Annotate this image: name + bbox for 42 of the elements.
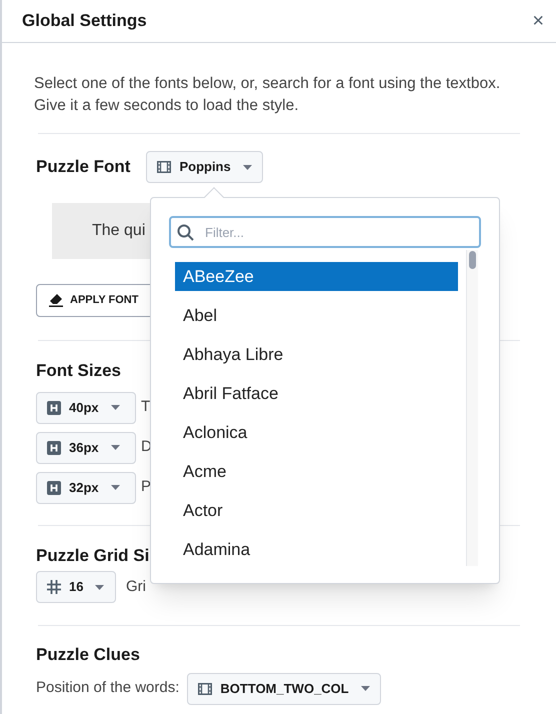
grid-icon <box>47 580 61 594</box>
dropdown-button[interactable]: BOTTOM_TWO_COL <box>187 672 381 704</box>
size-description: P <box>141 477 152 498</box>
section-heading: Font Sizes <box>36 360 122 382</box>
font-option[interactable]: Abril Fatface <box>175 379 458 408</box>
instructions-text: Select one of the fonts below, or, search for a font using the textbox. Give it a few seconds to load the style. <box>34 74 502 116</box>
filter-field[interactable]: Filter... <box>169 216 481 248</box>
font-option[interactable]: Abhaya Libre <box>175 340 458 369</box>
section-heading: Puzzle Font <box>36 156 130 178</box>
caret-icon <box>110 485 120 490</box>
grid-description: Gri <box>126 576 146 597</box>
dropdown-button[interactable]: 36px <box>36 432 136 464</box>
film-icon <box>198 682 212 694</box>
caret-icon <box>110 445 120 450</box>
preview-text: The qui <box>92 221 146 241</box>
heading-icon <box>47 480 61 494</box>
heading-icon <box>47 440 61 454</box>
scrollbar-track[interactable] <box>466 250 478 566</box>
section-heading: Puzzle Grid Si <box>36 544 150 566</box>
heading-icon <box>47 400 61 414</box>
section-heading: Puzzle Clues <box>36 644 140 666</box>
scrollbar-thumb[interactable] <box>469 251 476 269</box>
caret-icon <box>360 686 370 691</box>
close-button[interactable]: × <box>532 11 544 31</box>
position-label: Position of the words: <box>36 678 180 698</box>
font-option[interactable]: ABeeZee <box>175 262 458 291</box>
font-option[interactable]: Aclonica <box>175 418 458 447</box>
dropdown-button[interactable]: 32px <box>36 472 136 504</box>
dropdown-button[interactable]: 40px <box>36 392 136 424</box>
font-option[interactable]: Acme <box>175 457 458 486</box>
caret-icon <box>95 584 104 590</box>
caret-icon <box>242 164 252 170</box>
size-description: T <box>141 397 150 418</box>
caret-icon <box>110 405 120 410</box>
dropdown-button[interactable]: 16 <box>36 571 116 603</box>
eraser-icon <box>49 294 64 307</box>
font-option[interactable]: Actor <box>175 496 458 525</box>
search-icon <box>177 224 194 241</box>
film-icon <box>157 161 172 173</box>
dropdown-button[interactable]: Poppins <box>146 151 263 183</box>
dialog-title: Global Settings <box>22 10 147 32</box>
font-option[interactable]: Adamina <box>175 535 458 564</box>
